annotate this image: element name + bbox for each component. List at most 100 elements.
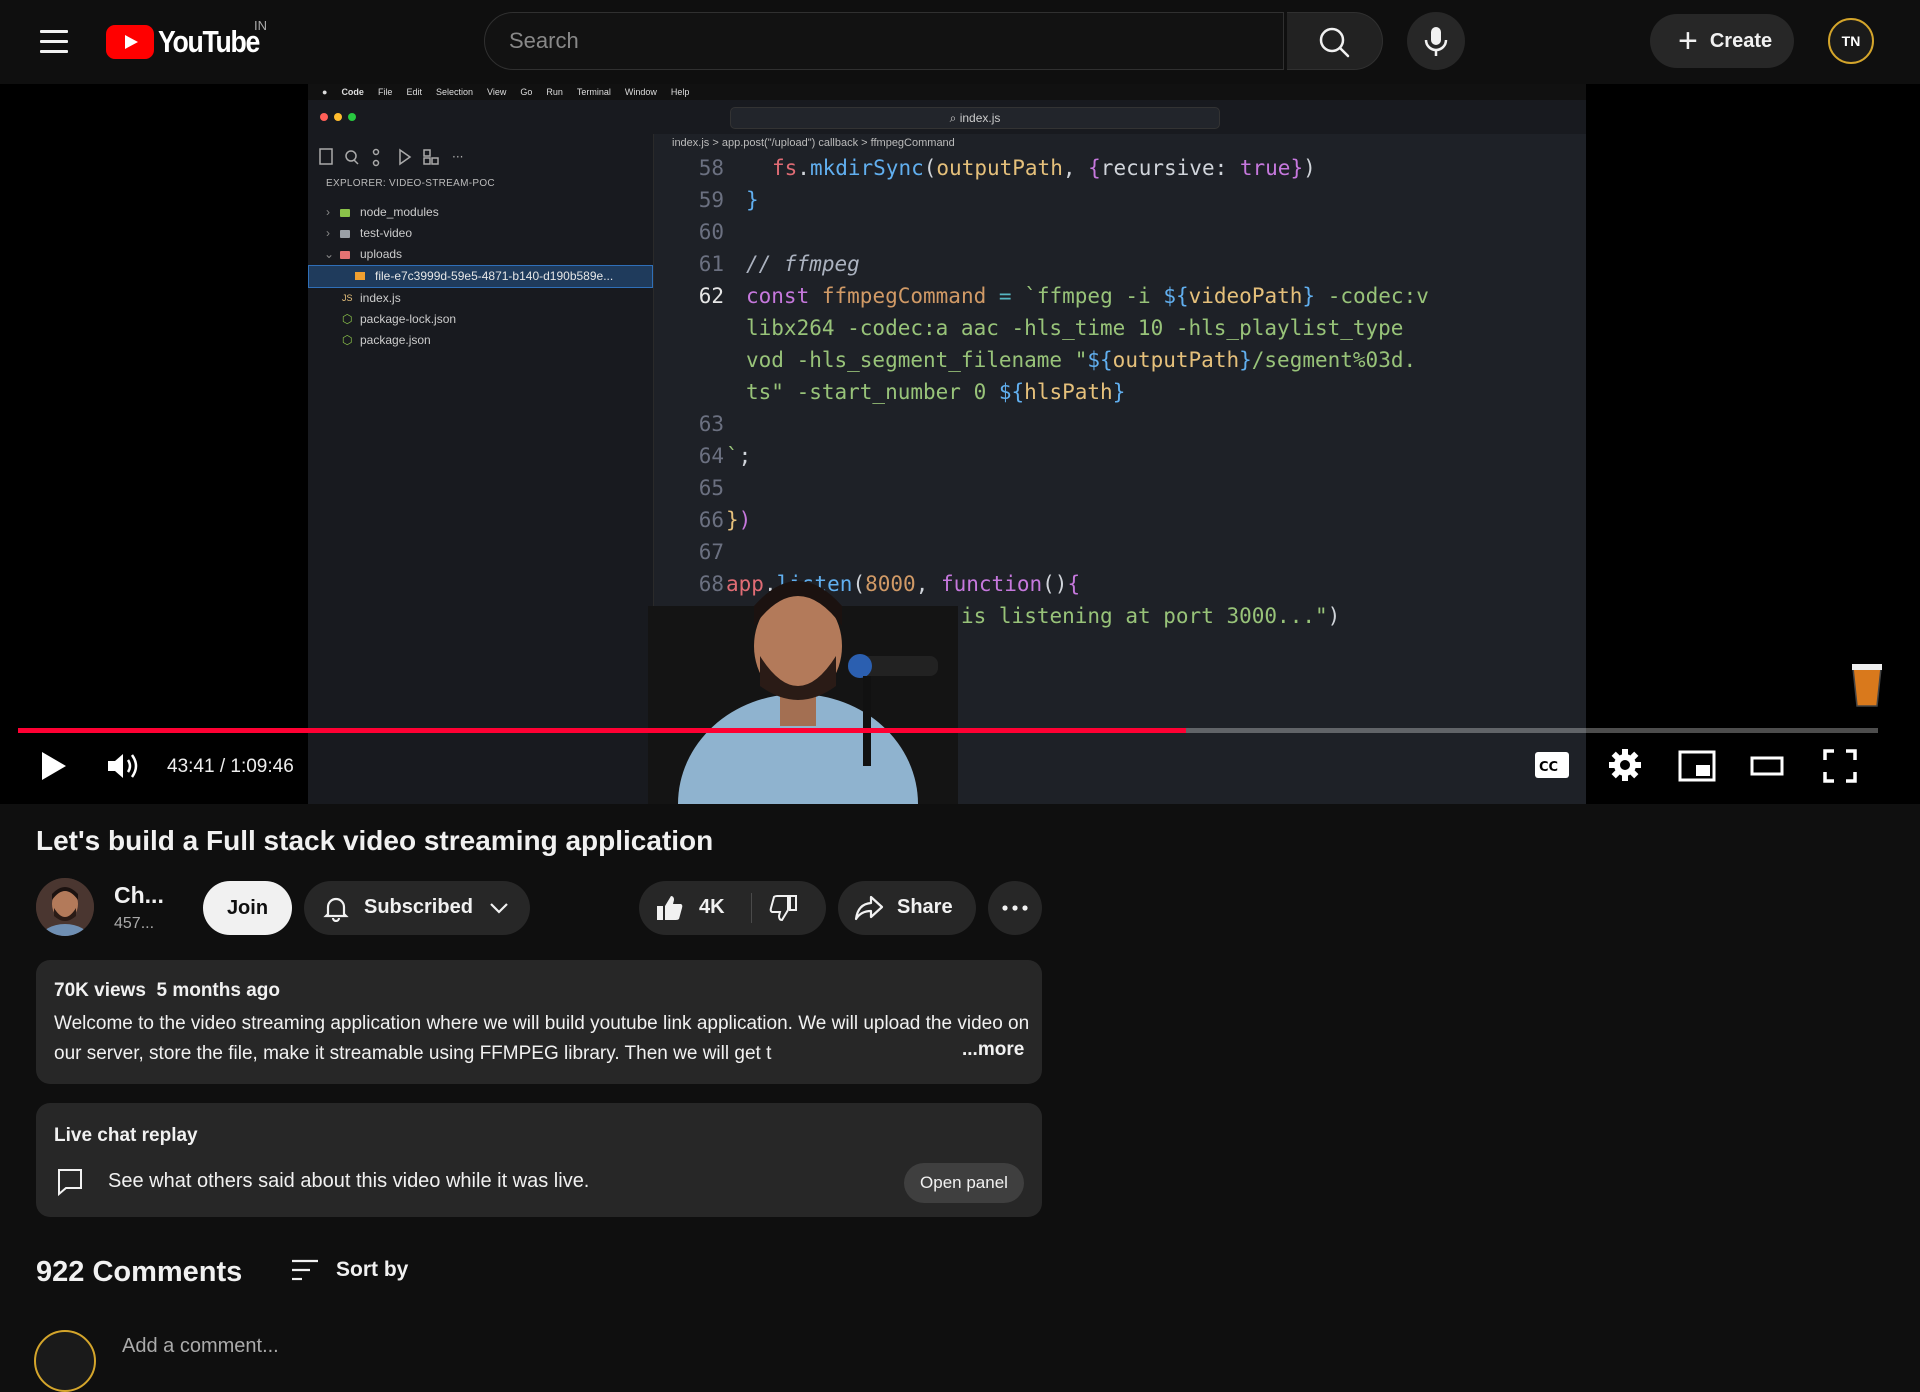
- time-total: 1:09:46: [230, 756, 294, 777]
- channel-name[interactable]: Ch...: [114, 882, 164, 909]
- mac-menu-item: Help: [670, 87, 690, 97]
- tree-item: ⬡ package.json: [342, 333, 431, 347]
- description-box[interactable]: 70K views 5 months ago Welcome to the vi…: [36, 960, 1042, 1084]
- sort-icon: [292, 1259, 318, 1281]
- maximize-dot-icon: [348, 113, 356, 121]
- tree-item: JS index.js: [342, 291, 401, 305]
- code-line: libx264 -codec:a aac -hls_time 10 -hls_p…: [746, 316, 1404, 340]
- mac-menu-item: File: [377, 87, 393, 97]
- video-player[interactable]: ● Code File Edit Selection View Go Run T…: [0, 84, 1920, 804]
- tree-item: ⬡ package-lock.json: [342, 312, 457, 326]
- code-line: ts" -start_number 0 ${hlsPath}: [746, 380, 1126, 404]
- play-button[interactable]: [36, 746, 72, 786]
- create-button[interactable]: + Create: [1650, 14, 1794, 68]
- search-button[interactable]: [1287, 12, 1383, 70]
- voice-search-button[interactable]: [1407, 12, 1465, 70]
- subscribed-button[interactable]: Subscribed: [304, 881, 530, 935]
- channel-avatar[interactable]: [36, 878, 94, 936]
- mac-menu-item: View: [487, 87, 507, 97]
- mac-menu-item: Window: [624, 87, 657, 97]
- miniplayer-button[interactable]: [1678, 750, 1716, 782]
- volume-icon: [108, 754, 138, 778]
- description-more-link[interactable]: ...more: [958, 1039, 1025, 1061]
- search-input[interactable]: [507, 27, 1251, 55]
- share-icon: [854, 895, 884, 921]
- theater-icon: [1750, 756, 1784, 776]
- add-comment-input[interactable]: [120, 1334, 824, 1359]
- line-number: 58: [698, 156, 724, 180]
- account-avatar[interactable]: TN: [1828, 18, 1874, 64]
- fullscreen-button[interactable]: [1822, 748, 1858, 784]
- line-number-current: 62: [698, 284, 724, 308]
- thumbs-up-icon: [657, 896, 683, 920]
- like-button[interactable]: 4K: [639, 881, 751, 935]
- svg-text:CC: CC: [1539, 760, 1558, 775]
- mac-menu-item: Terminal: [576, 87, 611, 97]
- join-button[interactable]: Join: [203, 881, 292, 935]
- line-number: 63: [698, 412, 724, 436]
- view-count: 70K views: [54, 980, 146, 1001]
- mac-menu-item: Go: [520, 87, 533, 97]
- play-icon: [42, 752, 66, 780]
- avatar-initials: TN: [1841, 33, 1861, 49]
- logo-text: YouTube: [158, 24, 260, 59]
- chevron-down-icon: [490, 903, 508, 914]
- search-icon: [1319, 27, 1350, 58]
- video-frame: ● Code File Edit Selection View Go Run T…: [308, 84, 1882, 804]
- time-current: 43:41: [167, 756, 215, 777]
- mac-menu-bar: ● Code File Edit Selection View Go Run T…: [308, 84, 1586, 100]
- line-number: 64: [698, 444, 724, 468]
- svg-text:···: ···: [452, 150, 463, 164]
- subscriber-count: 457...: [114, 915, 155, 932]
- editor-breadcrumb: index.js > app.post("/upload") callback …: [654, 134, 1586, 152]
- comments-count: 922 Comments: [36, 1256, 243, 1288]
- mac-menu-item: Selection: [435, 87, 473, 97]
- mac-menu-item: Code: [341, 87, 364, 97]
- command-center-label: index.js: [959, 111, 1001, 125]
- activity-icons: ···: [319, 148, 463, 167]
- menu-icon[interactable]: [34, 24, 74, 60]
- share-button[interactable]: Share: [838, 881, 976, 935]
- captions-icon: CC: [1535, 752, 1569, 778]
- like-dislike-group: 4K: [639, 881, 826, 935]
- presenter-image: [648, 581, 958, 804]
- more-horizontal-icon: [1002, 905, 1028, 911]
- share-label: Share: [897, 896, 953, 918]
- chat-icon: [58, 1169, 82, 1197]
- live-chat-text: See what others said about this video wh…: [108, 1170, 590, 1192]
- code-line: }): [726, 508, 752, 532]
- editor-titlebar: ⌕ index.js: [308, 100, 1586, 134]
- tree-item: ⌄ uploads: [324, 247, 403, 261]
- tree-item: › node_modules: [326, 205, 439, 219]
- explorer-title: EXPLORER: VIDEO-STREAM-POC: [326, 178, 495, 189]
- code-line: vod -hls_segment_filename "${outputPath}…: [746, 348, 1417, 372]
- sort-by-button[interactable]: Sort by: [290, 1252, 408, 1288]
- sort-by-label: Sort by: [336, 1258, 409, 1281]
- captions-button[interactable]: CC: [1534, 750, 1570, 780]
- more-actions-button[interactable]: [988, 881, 1042, 935]
- bell-icon: [323, 897, 349, 922]
- description-text: Welcome to the video streaming applicati…: [54, 1013, 1030, 1064]
- create-label: Create: [1709, 29, 1773, 52]
- progress-bar[interactable]: [18, 728, 1878, 733]
- close-dot-icon: [320, 113, 328, 121]
- upload-age: 5 months ago: [156, 980, 280, 1001]
- open-panel-button[interactable]: Open panel: [904, 1163, 1024, 1203]
- file-tree: › node_modules › test-video ⌄ uploads file-…: [308, 202, 653, 351]
- tree-item-selected: file-e7c3999d-59e5-4871-b140-d190b589e..…: [308, 265, 653, 288]
- explorer-sidebar: ··· EXPLORER: VIDEO-STREAM-POC › node_mod…: [308, 134, 654, 804]
- command-center: ⌕ index.js: [730, 107, 1220, 129]
- user-avatar: [34, 1330, 96, 1392]
- dislike-button[interactable]: [752, 881, 826, 935]
- miniplayer-icon: [1678, 750, 1716, 782]
- window-controls: [320, 113, 356, 121]
- tree-item: › test-video: [326, 226, 413, 240]
- apple-icon: ●: [322, 87, 328, 97]
- theater-mode-button[interactable]: [1750, 752, 1784, 780]
- code-line: `;: [726, 444, 752, 468]
- youtube-logo[interactable]: YouTube: [106, 24, 276, 60]
- settings-button[interactable]: [1606, 746, 1644, 784]
- cup-icon: [1852, 664, 1882, 707]
- volume-button[interactable]: [104, 746, 144, 786]
- fullscreen-icon: [1823, 749, 1857, 783]
